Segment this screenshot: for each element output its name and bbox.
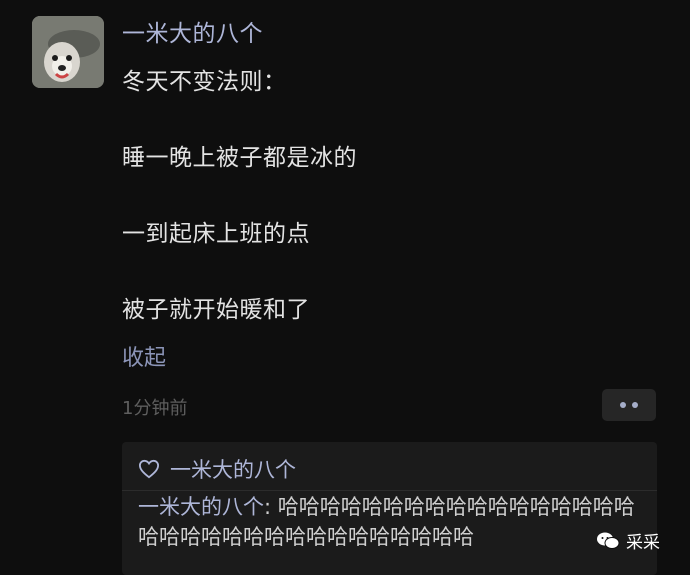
post-text-line-2: 睡一晚上被子都是冰的: [122, 145, 357, 171]
more-actions-button[interactable]: [602, 389, 656, 421]
post-text-line-3: 一到起床上班的点: [122, 221, 310, 247]
wechat-icon: [597, 532, 620, 549]
comment-author-name[interactable]: 一米大的八个: [138, 495, 264, 519]
dot-icon: [632, 402, 638, 408]
interaction-panel: 一米大的八个 一米大的八个: 哈哈哈哈哈哈哈哈哈哈哈哈哈哈哈哈哈哈哈哈哈哈哈哈哈…: [122, 442, 657, 575]
comment-item[interactable]: 一米大的八个: 哈哈哈哈哈哈哈哈哈哈哈哈哈哈哈哈哈哈哈哈哈哈哈哈哈哈哈哈哈哈哈哈…: [138, 492, 648, 552]
watermark: 采采: [596, 528, 660, 553]
post-text-line-1: 冬天不变法则：: [122, 69, 287, 95]
post-author-name[interactable]: 一米大的八个: [122, 14, 263, 48]
divider: [122, 490, 657, 491]
collapse-link[interactable]: 收起: [122, 340, 166, 372]
avatar[interactable]: [32, 16, 104, 88]
heart-icon: [138, 459, 160, 479]
likes-row: 一米大的八个: [138, 454, 296, 484]
comment-separator: :: [264, 495, 278, 519]
dot-icon: [620, 402, 626, 408]
like-user-name[interactable]: 一米大的八个: [170, 454, 296, 484]
watermark-label: 采采: [626, 533, 660, 553]
post-text-line-4: 被子就开始暖和了: [122, 297, 310, 323]
post-timestamp: 1分钟前: [122, 398, 188, 419]
